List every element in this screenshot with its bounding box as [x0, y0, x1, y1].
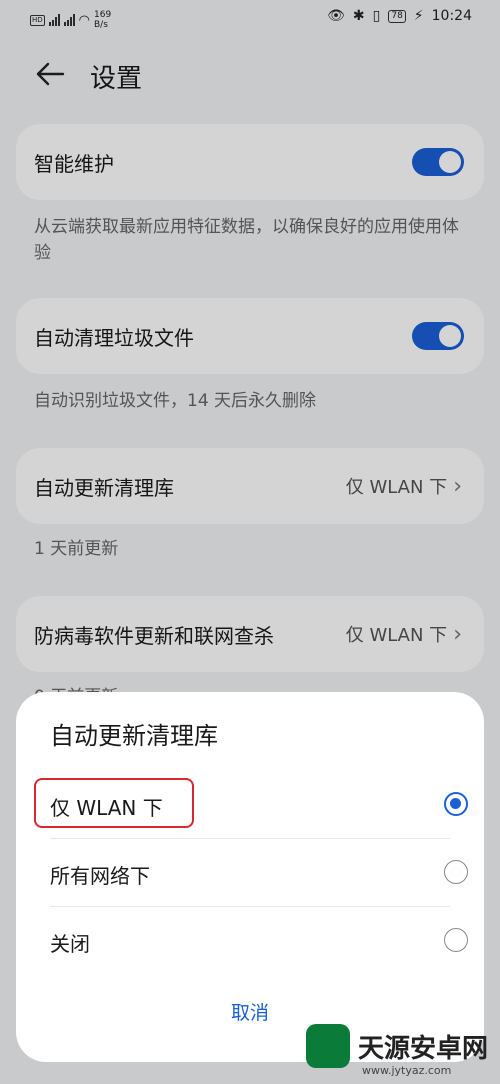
- cancel-button[interactable]: 取消: [16, 998, 484, 1025]
- watermark-url: www.jytyaz.com: [362, 1064, 452, 1077]
- radio-unchecked-icon[interactable]: [444, 860, 468, 884]
- option-all-networks[interactable]: 所有网络下: [50, 840, 468, 906]
- watermark: 天源安卓网: [306, 1024, 488, 1068]
- watermark-brand: 天源安卓网: [358, 1033, 489, 1064]
- option-label: 所有网络下: [50, 864, 150, 888]
- watermark-logo-icon: [306, 1024, 350, 1068]
- radio-checked-icon[interactable]: [444, 792, 468, 816]
- annotation-highlight-box: [34, 778, 194, 828]
- radio-unchecked-icon[interactable]: [444, 928, 468, 952]
- dialog-title: 自动更新清理库: [50, 722, 218, 750]
- divider: [50, 906, 450, 907]
- option-label: 关闭: [50, 932, 90, 956]
- update-mode-dialog: 自动更新清理库 仅 WLAN 下 所有网络下 关闭 取消: [16, 692, 484, 1062]
- divider: [50, 838, 450, 839]
- option-off[interactable]: 关闭: [50, 908, 468, 974]
